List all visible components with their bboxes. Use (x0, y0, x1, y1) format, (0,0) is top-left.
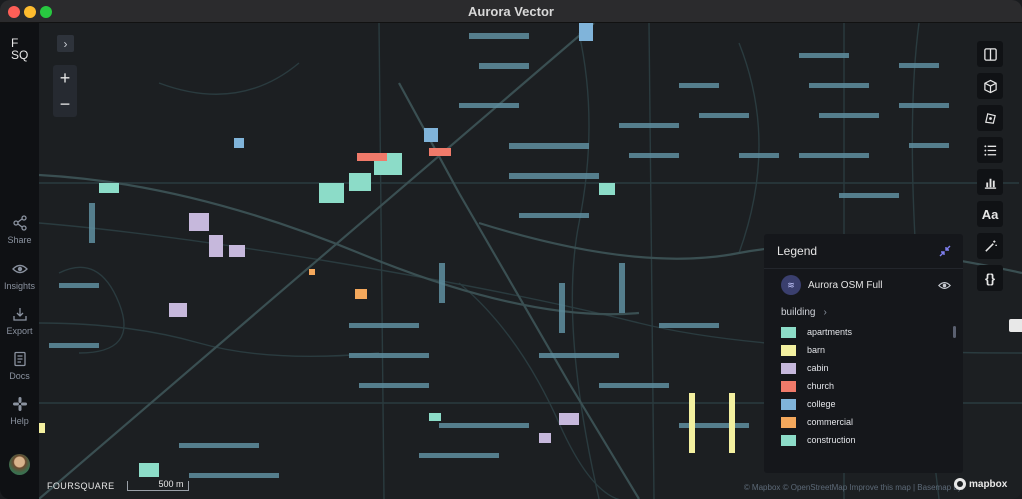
legend-item: construction (764, 431, 963, 449)
title-bar: Aurora Vector (0, 0, 1022, 23)
export-icon (12, 308, 27, 321)
share-icon (12, 215, 27, 231)
mapbox-logo[interactable]: mapbox (954, 478, 1007, 490)
scale-label: 500 m (158, 479, 184, 489)
sidebar-item-insights[interactable]: Insights (0, 261, 39, 291)
sidebar: F SQ Share Insights Export Docs Help (0, 23, 39, 499)
code-button[interactable]: {} (977, 265, 1003, 291)
sidebar-item-help[interactable]: Help (0, 396, 39, 426)
draw-button[interactable] (977, 105, 1003, 131)
legend-swatch (781, 434, 796, 446)
legend-swatch (781, 398, 796, 410)
legend-item-label: construction (807, 435, 856, 445)
mapbox-wordmark: mapbox (969, 478, 1008, 490)
close-window-button[interactable] (8, 6, 20, 18)
scale-bar: FOURSQUARE 500 m (47, 479, 189, 491)
legend-scrollbar[interactable] (953, 326, 956, 338)
legend-item-label: commercial (807, 417, 854, 427)
zoom-in-button[interactable]: + (53, 65, 77, 91)
maximize-window-button[interactable] (40, 6, 52, 18)
avatar[interactable] (9, 454, 30, 475)
minimize-window-button[interactable] (24, 6, 36, 18)
map-canvas[interactable]: › + − Aa {} Legend ≋ Aurora OSM Full bui… (39, 23, 1022, 499)
legend-item-label: college (807, 399, 836, 409)
charts-button[interactable] (977, 169, 1003, 195)
legend-item: commercial (764, 413, 963, 431)
layer-stack-icon: ≋ (781, 275, 801, 295)
app-window: Aurora Vector F SQ Share Insights Export… (0, 0, 1022, 499)
draw-polygon-icon (984, 112, 996, 124)
code-braces-icon: {} (984, 270, 996, 286)
legend-item: cabin (764, 359, 963, 377)
slack-icon (12, 397, 27, 411)
eye-icon (11, 264, 28, 274)
legend-layer-row[interactable]: ≋ Aurora OSM Full (764, 269, 963, 301)
legend-panel: Legend ≋ Aurora OSM Full building › apar… (764, 234, 963, 473)
legend-title: Legend (777, 244, 818, 258)
collapse-arrows-icon[interactable] (939, 245, 951, 257)
side-panel-tab[interactable] (1009, 319, 1022, 332)
text-labels-icon: Aa (981, 206, 999, 222)
layer-list-icon (983, 144, 996, 156)
legend-swatch (781, 326, 796, 338)
foursquare-logo[interactable]: F SQ (11, 37, 28, 61)
docs-icon (13, 351, 26, 367)
scale-indicator: 500 m (126, 479, 189, 491)
sidebar-item-share[interactable]: Share (0, 215, 39, 245)
legend-swatch (781, 416, 796, 428)
legend-swatch (781, 344, 796, 356)
split-map-button[interactable] (977, 41, 1003, 67)
window-title: Aurora Vector (468, 3, 554, 19)
sidebar-item-label: Help (10, 416, 29, 426)
sidebar-item-label: Insights (3, 281, 36, 291)
magic-wand-icon (984, 239, 997, 252)
legend-field-row[interactable]: building › (764, 301, 963, 323)
legend-item: barn (764, 341, 963, 359)
split-map-icon (983, 47, 997, 61)
layers-button[interactable] (977, 137, 1003, 163)
chevron-right-icon: › (823, 306, 827, 318)
bar-chart-icon (984, 178, 996, 189)
legend-header: Legend (764, 234, 963, 269)
legend-item: church (764, 377, 963, 395)
legend-item-label: church (807, 381, 835, 391)
3d-view-button[interactable] (977, 73, 1003, 99)
visibility-eye-icon[interactable] (938, 279, 951, 292)
legend-item-label: cabin (807, 363, 829, 373)
mapbox-icon (954, 478, 966, 490)
layer-name: Aurora OSM Full (808, 279, 883, 291)
zoom-out-button[interactable]: − (53, 91, 77, 117)
sidebar-item-label: Docs (9, 371, 30, 381)
sidebar-item-label: Export (6, 326, 33, 336)
3d-cube-icon (983, 79, 997, 93)
legend-item-label: barn (807, 345, 826, 355)
legend-item-label: apartments (807, 327, 853, 337)
sidebar-item-export[interactable]: Export (0, 306, 39, 336)
sidebar-item-label: Share (7, 235, 32, 245)
magic-wand-button[interactable] (977, 233, 1003, 259)
expand-panel-button[interactable]: › (57, 35, 74, 52)
legend-swatch (781, 362, 796, 374)
map-attribution[interactable]: © Mapbox © OpenStreetMap Improve this ma… (744, 483, 964, 492)
legend-item: apartments (764, 323, 963, 341)
sidebar-item-docs[interactable]: Docs (0, 351, 39, 381)
zoom-control: + − (53, 65, 77, 117)
legend-swatch (781, 380, 796, 392)
logo-line-2: SQ (11, 48, 29, 62)
map-toolbar: Aa {} (977, 41, 1003, 297)
legend-item: college (764, 395, 963, 413)
foursquare-wordmark: FOURSQUARE (47, 481, 115, 491)
legend-field-name: building (781, 306, 816, 318)
labels-button[interactable]: Aa (977, 201, 1003, 227)
